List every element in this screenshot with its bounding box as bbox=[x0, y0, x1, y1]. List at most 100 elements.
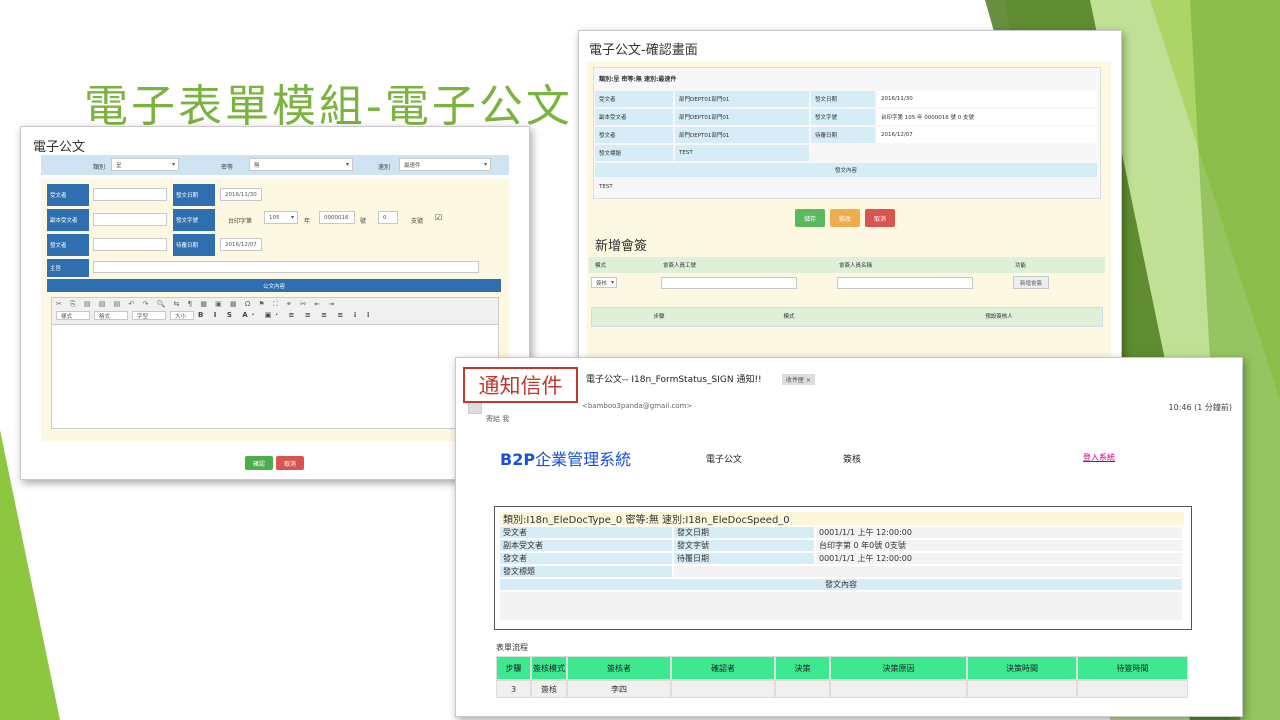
confirm-content-header: 發文內容 bbox=[595, 163, 1097, 177]
brand-bold: B2P bbox=[500, 450, 536, 469]
sender-input[interactable] bbox=[93, 238, 167, 251]
flow-title: 表單流程 bbox=[496, 643, 528, 652]
confirm-screenshot: 電子公文-確認畫面 類別:呈 密等:無 速別:最速件 受文者 部門DEPT01部… bbox=[578, 30, 1122, 362]
secret-select-value: 無 bbox=[254, 162, 260, 169]
form-title: 電子公文 bbox=[33, 140, 86, 155]
reply-date-input[interactable]: 2016/12/07 bbox=[220, 238, 262, 251]
confirm-value-sender: 部門DEPT01部門01 bbox=[675, 127, 809, 143]
secret-select[interactable]: 無 ▾ bbox=[249, 158, 353, 171]
confirm-title: 電子公文-確認畫面 bbox=[589, 43, 698, 58]
flow-header-confirmer: 確認者 bbox=[671, 656, 775, 680]
add-sign-button[interactable]: 新增會簽 bbox=[1013, 276, 1049, 289]
label-send-date: 發文日期 bbox=[173, 184, 215, 206]
confirm-value-cc: 部門DEPT01部門01 bbox=[675, 109, 809, 125]
flow-header-decision: 決策 bbox=[775, 656, 830, 680]
format-buttons-icon[interactable]: B I S A· ▣· ≡ ≡ ≡ ≡ ⁝ ⁝ bbox=[198, 311, 373, 320]
flow-cell-signer: 李四 bbox=[567, 680, 671, 698]
number-suffix: 號 bbox=[360, 218, 367, 225]
flow-header-reason: 決策原因 bbox=[830, 656, 967, 680]
email-label-cc: 副本受文者 bbox=[500, 540, 672, 551]
checkbox-icon[interactable]: ☑ bbox=[435, 213, 442, 222]
flow-header-sign-mode: 簽核模式 bbox=[531, 656, 567, 680]
confirm-value-reply-date: 2016/12/07 bbox=[877, 127, 1097, 143]
filter-label-speed: 速別 bbox=[378, 164, 391, 171]
sub-number-input[interactable]: 0 bbox=[378, 211, 398, 224]
chevron-down-icon: ▾ bbox=[345, 161, 349, 168]
confirm-value-send-date: 2016/11/30 bbox=[877, 91, 1097, 107]
chevron-down-icon: ▾ bbox=[290, 214, 294, 221]
confirm-button[interactable]: 確認 bbox=[245, 456, 273, 470]
callout-label: 通知信件 bbox=[463, 367, 578, 403]
label-cc-recipient: 副本受文者 bbox=[47, 209, 89, 231]
confirm-summary: 類別:呈 密等:無 速別:最速件 bbox=[599, 75, 677, 83]
font-select[interactable]: 字型 bbox=[132, 311, 166, 320]
email-module: 電子公文 bbox=[706, 455, 743, 465]
sign-mode-value: 簽核 bbox=[596, 280, 608, 287]
confirm-label-title: 發文標題 bbox=[595, 145, 673, 161]
sender-email: <bamboo3panda@gmail.com> bbox=[582, 402, 693, 410]
email-value-doc-number: 台印字第 0 年0號 0支號 bbox=[816, 540, 1182, 551]
email-value-send-date: 0001/1/1 上午 12:00:00 bbox=[816, 527, 1182, 538]
year-select[interactable]: 105 ▾ bbox=[264, 211, 298, 224]
cancel-button[interactable]: 取消 bbox=[865, 209, 895, 227]
format-select[interactable]: 格式 bbox=[94, 311, 128, 320]
type-select[interactable]: 呈 ▾ bbox=[111, 158, 179, 171]
sign-mode-select[interactable]: 簽核 ▾ bbox=[591, 277, 617, 288]
speed-select-value: 最速件 bbox=[404, 162, 421, 169]
size-select[interactable]: 大小 bbox=[170, 311, 194, 320]
email-summary: 類別:I18n_EleDocType_0 密等:無 速別:I18n_EleDoc… bbox=[500, 512, 1184, 526]
inbox-tag-label: 收件匣 bbox=[786, 377, 805, 384]
sign-employee-id-input[interactable] bbox=[661, 277, 797, 289]
rich-text-editor[interactable]: ✂ ⎘ ▤ ▤ ▤ ↶ ↷ 🔍 ⇆ ¶ ▦ ▣ ▦ Ω ⚑ ⛶ ⚭ ⚯ ⇤ ⇥ … bbox=[51, 297, 499, 429]
inbox-tag[interactable]: 收件匣 × bbox=[782, 374, 815, 385]
chevron-down-icon: ▾ bbox=[483, 161, 487, 168]
doc-number-input[interactable]: 0000016 bbox=[319, 211, 355, 224]
chevron-down-icon: ▾ bbox=[610, 279, 614, 286]
slide-title: 電子表單模組-電子公文 bbox=[84, 81, 573, 132]
flow-cell-decision-time bbox=[967, 680, 1077, 698]
confirm-label-cc: 副本受文者 bbox=[595, 109, 673, 125]
label-recipient: 受文者 bbox=[47, 184, 89, 206]
confirm-label-reply-date: 待覆日期 bbox=[811, 127, 875, 143]
flow-header-step: 步驟 bbox=[653, 314, 665, 320]
speed-select[interactable]: 最速件 ▾ bbox=[399, 158, 491, 171]
add-sign-title: 新增會簽 bbox=[595, 239, 648, 254]
type-select-value: 呈 bbox=[116, 162, 122, 169]
email-subject: 電子公文-- I18n_FormStatus_SIGN 通知!! bbox=[586, 375, 762, 385]
flow-header-step: 步驟 bbox=[496, 656, 531, 680]
form-screenshot: 電子公文 類別 呈 ▾ 密等 無 ▾ 速別 最速件 ▾ 受文者 發文日期 2016/1… bbox=[20, 126, 530, 480]
cancel-button[interactable]: 取消 bbox=[276, 456, 304, 470]
login-link[interactable]: 登入系統 bbox=[1083, 452, 1115, 463]
save-button[interactable]: 儲存 bbox=[795, 209, 825, 227]
year-select-value: 105 bbox=[269, 214, 280, 221]
editor-toolbar-icons: ✂ ⎘ ▤ ▤ ▤ ↶ ↷ 🔍 ⇆ ¶ ▦ ▣ ▦ Ω ⚑ ⛶ ⚭ ⚯ ⇤ ⇥ bbox=[56, 300, 338, 308]
to-me-label[interactable]: 寄給 我 bbox=[486, 414, 509, 424]
label-doc-number: 發文字號 bbox=[173, 209, 215, 231]
confirm-label-recipient: 受文者 bbox=[595, 91, 673, 107]
edit-button[interactable]: 修改 bbox=[830, 209, 860, 227]
confirm-value-doc-number: 台印字第 105 年 0000016 號 0 支號 bbox=[877, 109, 1097, 125]
style-select[interactable]: 樣式 bbox=[56, 311, 90, 320]
email-time: 10:46 (1 分鐘前) bbox=[1168, 403, 1232, 412]
brand-rest: 企業管理系統 bbox=[535, 450, 632, 469]
send-date-input[interactable]: 2016/11/30 bbox=[220, 188, 262, 201]
flow-header-mode: 模式 bbox=[783, 314, 795, 320]
recipient-input[interactable] bbox=[93, 188, 167, 201]
email-screenshot: 電子公文-- I18n_FormStatus_SIGN 通知!! 收件匣 × <… bbox=[455, 357, 1243, 717]
chevron-down-icon: ▾ bbox=[171, 161, 175, 168]
flow-header-default-signer: 預設簽核人 bbox=[985, 314, 1013, 320]
confirm-label-send-date: 發文日期 bbox=[811, 91, 875, 107]
email-label-sender: 發文者 bbox=[500, 553, 672, 564]
email-label-recipient: 受文者 bbox=[500, 527, 672, 538]
label-subject: 主旨 bbox=[47, 259, 89, 277]
flow-cell-step: 3 bbox=[496, 680, 531, 698]
content-header: 公文內容 bbox=[47, 279, 501, 292]
sign-employee-name-input[interactable] bbox=[837, 277, 973, 289]
cc-recipient-input[interactable] bbox=[93, 213, 167, 226]
sub-number-suffix: 支號 bbox=[411, 218, 424, 225]
subject-input[interactable] bbox=[93, 261, 479, 273]
email-value-reply-date: 0001/1/1 上午 12:00:00 bbox=[816, 553, 1182, 564]
label-sender: 發文者 bbox=[47, 234, 89, 256]
confirm-content-value: TEST bbox=[595, 179, 1097, 195]
flow-cell-decision bbox=[775, 680, 830, 698]
